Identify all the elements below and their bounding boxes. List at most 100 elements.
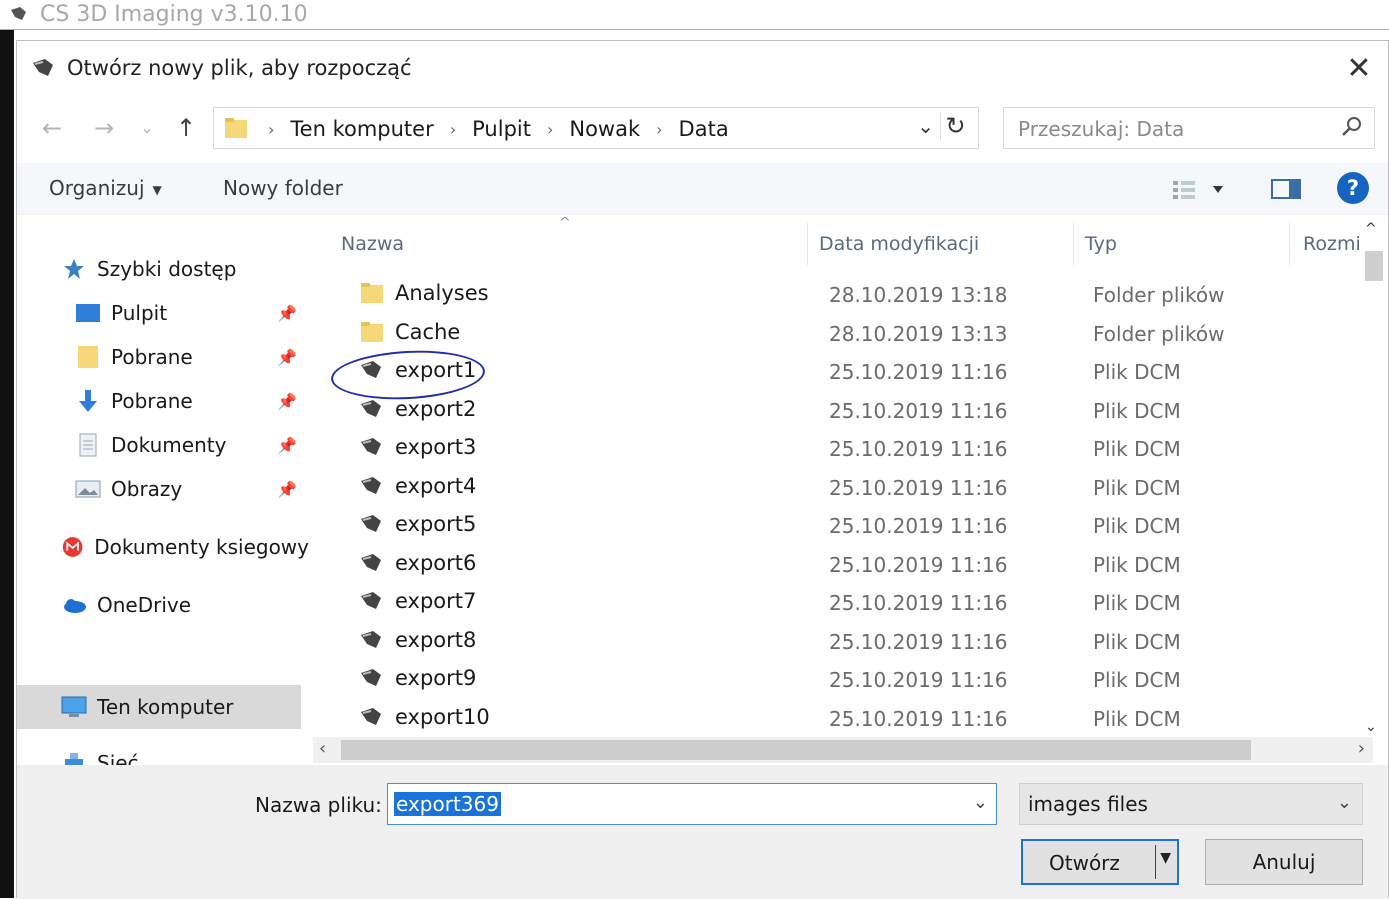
table-row[interactable]: export7 25.10.2019 11:16 Plik DCM [323,583,1375,622]
sidebar-item-pobrane-folder[interactable]: Pobrane 📌 [75,337,309,377]
forward-button[interactable]: → [89,111,119,145]
vertical-scrollbar[interactable]: ^ ⌄ [1363,217,1385,737]
pin-icon[interactable]: 📌 [277,348,297,367]
table-row[interactable]: export6 25.10.2019 11:16 Plik DCM [323,545,1375,584]
filetype-select[interactable]: images files ⌄ [1019,783,1363,825]
breadcrumb-separator: › [449,119,457,139]
sidebar-item-onedrive[interactable]: OneDrive [61,585,309,625]
file-date: 25.10.2019 11:16 [829,591,1008,615]
pin-icon[interactable]: 📌 [277,392,297,411]
view-options-icon[interactable] [1169,175,1233,203]
vertical-scroll-thumb[interactable] [1365,251,1383,281]
computer-icon [61,696,87,717]
sidebar-item-label: Pobrane [111,345,193,369]
m-logo-icon [62,537,83,557]
sidebar-item-label: Szybki dostęp [97,257,237,281]
file-date: 25.10.2019 11:16 [829,552,1008,577]
file-name-cell: Analyses [359,281,489,305]
file-type: Plik DCM [1093,591,1181,615]
column-divider[interactable] [1073,223,1074,265]
chevron-down-icon[interactable]: ⌄ [1337,792,1352,813]
column-header-type[interactable]: Typ [1085,233,1117,255]
scroll-up-icon[interactable]: ^ [1365,221,1377,237]
dcm-file-icon [361,669,381,686]
file-date: 25.10.2019 11:16 [829,475,1008,500]
table-row[interactable]: export4 25.10.2019 11:16 Plik DCM [323,468,1375,507]
table-row[interactable]: Analyses 28.10.2019 13:18 Folder plików [323,275,1375,314]
table-row[interactable]: export8 25.10.2019 11:16 Plik DCM [323,622,1375,661]
column-header-name[interactable]: Nazwa [341,233,404,255]
column-divider[interactable] [807,223,808,265]
table-row[interactable]: export9 25.10.2019 11:16 Plik DCM [323,660,1375,699]
close-button[interactable]: ✕ [1336,49,1382,89]
new-folder-button[interactable]: Nowy folder [223,176,343,200]
pictures-icon [75,480,101,498]
star-icon [64,259,84,279]
search-input[interactable]: Przeszukaj: Data [1003,107,1375,149]
back-button[interactable]: ← [37,111,67,145]
address-dropdown-icon[interactable]: ⌄ [917,114,934,138]
sidebar-item-dokumenty-ksiegowy[interactable]: Dokumenty ksiegowy [61,527,309,567]
caret-down-icon[interactable]: ▼ [1160,850,1171,866]
table-row[interactable]: export3 25.10.2019 11:16 Plik DCM [323,429,1375,468]
chevron-down-icon[interactable]: ⌄ [973,792,988,813]
recent-locations-button[interactable]: ⌄ [137,111,157,145]
file-name: export3 [395,435,477,459]
pin-icon[interactable]: 📌 [277,436,297,455]
address-bar[interactable]: › Ten komputer › Pulpit › Nowak › Data ⌄… [213,107,979,149]
breadcrumb-ten-komputer[interactable]: Ten komputer [284,117,439,141]
file-type: Plik DCM [1093,668,1181,692]
folder-icon [361,321,383,342]
breadcrumb-data[interactable]: Data [673,117,735,141]
file-date: 25.10.2019 11:16 [829,629,1008,654]
pin-icon[interactable]: 📌 [277,480,297,499]
column-header-date[interactable]: Data modyfikacji [819,233,979,255]
file-name-cell: export4 [359,474,476,498]
scroll-right-icon[interactable]: › [1358,738,1365,759]
filetype-value: images files [1028,792,1148,816]
file-name-cell: export2 [359,397,476,421]
table-row[interactable]: export5 25.10.2019 11:16 Plik DCM [323,506,1375,545]
cancel-button[interactable]: Anuluj [1205,839,1363,885]
file-name-cell: export3 [359,435,476,459]
scroll-down-icon[interactable]: ⌄ [1365,719,1377,735]
file-name: Analyses [395,281,489,305]
pin-icon[interactable]: 📌 [277,304,297,323]
refresh-icon[interactable]: ↻ [940,112,970,140]
sidebar-item-pulpit[interactable]: Pulpit 📌 [75,293,309,333]
breadcrumb-nowak[interactable]: Nowak [563,117,646,141]
table-row[interactable]: export2 25.10.2019 11:16 Plik DCM [323,391,1375,430]
dcm-file-icon [361,553,381,571]
dcm-file-icon [361,515,381,532]
column-header-size[interactable]: Rozmi [1303,233,1361,255]
dialog-titlebar[interactable]: Otwórz nowy plik, aby rozpocząć ✕ [17,41,1388,99]
file-date: 25.10.2019 11:16 [829,398,1008,423]
sidebar-item-pobrane-downloads[interactable]: Pobrane 📌 [75,381,309,421]
table-row[interactable]: export10 25.10.2019 11:16 Plik DCM [323,699,1375,738]
filename-input[interactable]: export369 [394,792,501,816]
file-date: 25.10.2019 11:16 [829,360,1008,384]
horizontal-scroll-thumb[interactable] [341,740,1251,760]
horizontal-scrollbar[interactable]: ‹ › [313,737,1373,763]
sidebar-item-ten-komputer[interactable]: Ten komputer [17,685,301,729]
scroll-left-icon[interactable]: ‹ [319,738,326,759]
column-divider[interactable] [1289,223,1290,265]
up-button[interactable]: ↑ [171,111,201,145]
sort-ascending-icon: ^ [559,217,571,231]
sidebar-item-szybki-dostep[interactable]: Szybki dostęp [61,249,309,289]
help-button[interactable]: ? [1337,172,1369,204]
table-row[interactable]: Cache 28.10.2019 13:13 Folder plików [323,314,1375,353]
file-name-cell: export8 [359,628,476,652]
open-button[interactable]: Otwórz ▼ [1021,839,1179,885]
filename-combobox[interactable]: export369 ⌄ [387,783,997,825]
breadcrumb-pulpit[interactable]: Pulpit [466,117,537,141]
navigation-pane: Szybki dostęp Pulpit 📌 Pobrane 📌 Pobrane… [17,217,309,775]
caret-down-icon: ▼ [152,182,162,197]
file-list: ^ Nazwa Data modyfikacji Typ Rozmi Analy… [323,217,1375,737]
sidebar-item-dokumenty[interactable]: Dokumenty 📌 [75,425,309,465]
sidebar-item-obrazy[interactable]: Obrazy 📌 [75,469,309,509]
organize-button[interactable]: Organizuj ▼ [49,176,162,200]
file-name-cell: export9 [359,666,476,690]
dcm-file-icon [361,399,381,417]
preview-pane-icon[interactable] [1269,175,1303,203]
